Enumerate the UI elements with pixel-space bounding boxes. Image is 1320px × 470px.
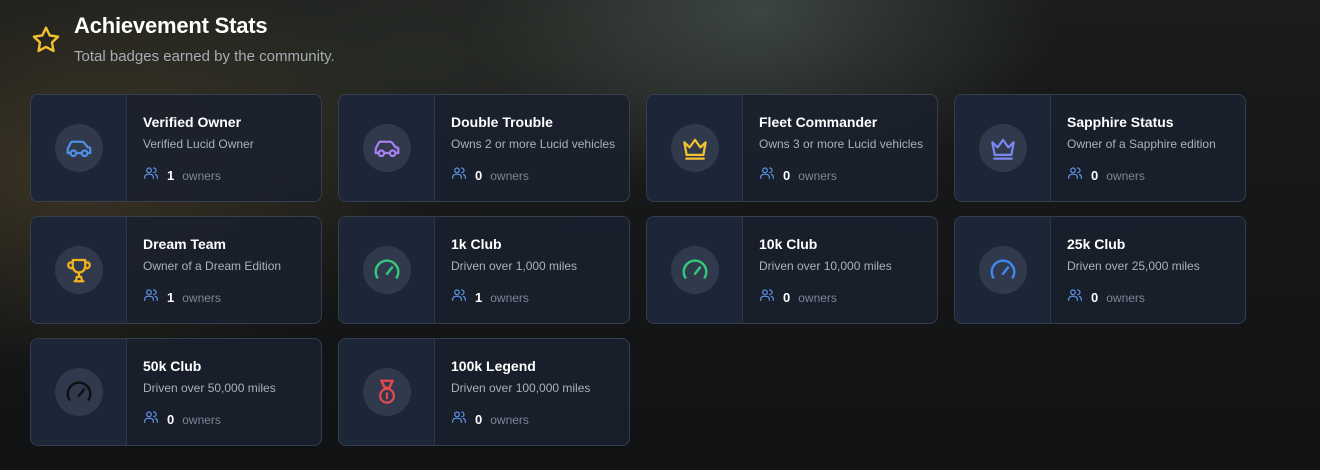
owner-count: 0	[475, 168, 483, 183]
section-header: Achievement Stats Total badges earned by…	[30, 12, 335, 65]
owner-count: 1	[167, 168, 175, 183]
owner-count: 0	[475, 412, 483, 427]
badge-description: Driven over 1,000 miles	[451, 259, 578, 273]
badge-name: 1k Club	[451, 236, 502, 252]
badge-icon-panel	[647, 95, 743, 201]
owner-count: 0	[783, 168, 791, 183]
users-icon	[759, 287, 775, 308]
medal-icon	[362, 368, 411, 416]
badge-icon-panel	[339, 217, 435, 323]
badge-description: Driven over 10,000 miles	[759, 259, 892, 273]
badge-icon-panel	[31, 339, 127, 445]
badge-description: Owner of a Dream Edition	[143, 259, 282, 273]
users-icon	[143, 287, 159, 308]
page-title: Achievement Stats	[74, 13, 268, 38]
badge-card-100k-legend[interactable]: 100k Legend Driven over 100,000 miles 0 …	[338, 338, 630, 446]
owner-count: 1	[475, 290, 483, 305]
badge-name: 50k Club	[143, 358, 202, 374]
star-icon	[32, 26, 60, 53]
badge-owners: 1 owners	[143, 165, 321, 186]
trophy-icon	[54, 246, 103, 294]
badge-owners: 0 owners	[1067, 287, 1245, 308]
car-icon	[362, 124, 411, 172]
gauge-icon	[978, 246, 1027, 294]
users-icon	[143, 165, 159, 186]
badge-icon-panel	[31, 217, 127, 323]
owners-label: owners	[1106, 290, 1145, 305]
badge-name: 100k Legend	[451, 358, 536, 374]
badge-owners: 0 owners	[759, 287, 937, 308]
owners-label: owners	[490, 168, 529, 183]
owners-label: owners	[182, 168, 221, 183]
badge-card-dream-team[interactable]: Dream Team Owner of a Dream Edition 1 ow…	[30, 216, 322, 324]
badge-icon-panel	[339, 339, 435, 445]
owner-count: 0	[783, 290, 791, 305]
badge-card-25k-club[interactable]: 25k Club Driven over 25,000 miles 0 owne…	[954, 216, 1246, 324]
owner-count: 1	[167, 290, 175, 305]
owner-count: 0	[1091, 168, 1099, 183]
gauge-icon	[54, 368, 103, 416]
badge-card-double-trouble[interactable]: Double Trouble Owns 2 or more Lucid vehi…	[338, 94, 630, 202]
badge-name: 10k Club	[759, 236, 818, 252]
badge-owners: 1 owners	[451, 287, 629, 308]
gauge-icon	[362, 246, 411, 294]
badge-name: Dream Team	[143, 236, 227, 252]
users-icon	[1067, 165, 1083, 186]
owners-label: owners	[182, 412, 221, 427]
badge-owners: 0 owners	[451, 409, 629, 430]
badge-owners: 1 owners	[143, 287, 321, 308]
crown-icon	[978, 124, 1027, 172]
gauge-icon	[670, 246, 719, 294]
badge-description: Owner of a Sapphire edition	[1067, 137, 1216, 151]
badge-card-10k-club[interactable]: 10k Club Driven over 10,000 miles 0 owne…	[646, 216, 938, 324]
badge-card-sapphire-status[interactable]: Sapphire Status Owner of a Sapphire edit…	[954, 94, 1246, 202]
badge-description: Driven over 25,000 miles	[1067, 259, 1200, 273]
owners-label: owners	[798, 290, 837, 305]
owners-label: owners	[490, 412, 529, 427]
page-subtitle: Total badges earned by the community.	[74, 48, 335, 65]
badge-name: Fleet Commander	[759, 114, 878, 130]
badge-icon-panel	[955, 217, 1051, 323]
badge-description: Owns 3 or more Lucid vehicles	[759, 137, 924, 151]
badge-description: Driven over 50,000 miles	[143, 381, 276, 395]
badge-icon-panel	[339, 95, 435, 201]
badge-name: Double Trouble	[451, 114, 553, 130]
badge-card-1k-club[interactable]: 1k Club Driven over 1,000 miles 1 owners	[338, 216, 630, 324]
owners-label: owners	[798, 168, 837, 183]
badge-card-verified-owner[interactable]: Verified Owner Verified Lucid Owner 1 ow…	[30, 94, 322, 202]
owners-label: owners	[182, 290, 221, 305]
badge-owners: 0 owners	[759, 165, 937, 186]
users-icon	[451, 165, 467, 186]
owner-count: 0	[167, 412, 175, 427]
users-icon	[451, 409, 467, 430]
car-icon	[54, 124, 103, 172]
users-icon	[759, 165, 775, 186]
badge-icon-panel	[31, 95, 127, 201]
badge-name: Sapphire Status	[1067, 114, 1174, 130]
users-icon	[451, 287, 467, 308]
badge-description: Driven over 100,000 miles	[451, 381, 591, 395]
badge-description: Owns 2 or more Lucid vehicles	[451, 137, 616, 151]
owner-count: 0	[1091, 290, 1099, 305]
badge-grid: Verified Owner Verified Lucid Owner 1 ow…	[30, 94, 1246, 446]
badge-owners: 0 owners	[451, 165, 629, 186]
badge-name: Verified Owner	[143, 114, 242, 130]
badge-card-50k-club[interactable]: 50k Club Driven over 50,000 miles 0 owne…	[30, 338, 322, 446]
badge-name: 25k Club	[1067, 236, 1126, 252]
badge-icon-panel	[955, 95, 1051, 201]
badge-description: Verified Lucid Owner	[143, 137, 254, 151]
owners-label: owners	[490, 290, 529, 305]
badge-icon-panel	[647, 217, 743, 323]
users-icon	[1067, 287, 1083, 308]
badge-card-fleet-commander[interactable]: Fleet Commander Owns 3 or more Lucid veh…	[646, 94, 938, 202]
badge-owners: 0 owners	[1067, 165, 1245, 186]
badge-owners: 0 owners	[143, 409, 321, 430]
users-icon	[143, 409, 159, 430]
owners-label: owners	[1106, 168, 1145, 183]
crown-icon	[670, 124, 719, 172]
